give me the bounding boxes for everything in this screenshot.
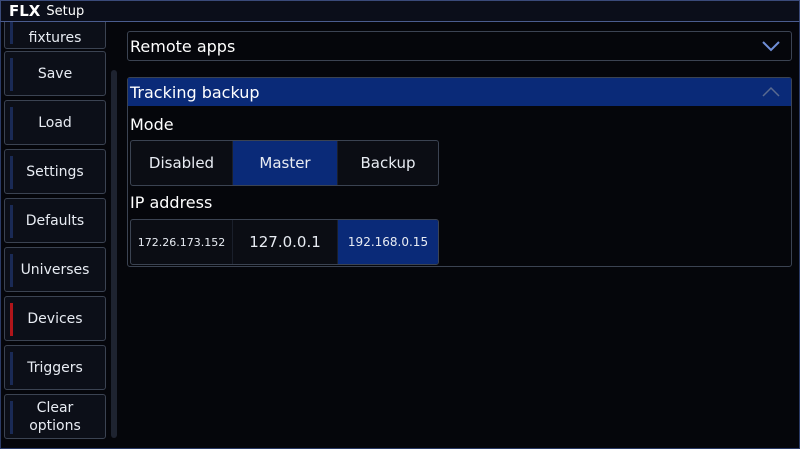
status-indicator bbox=[10, 205, 13, 238]
status-indicator bbox=[10, 254, 13, 287]
sidebar-item-clear-options[interactable]: Clear options bbox=[4, 394, 106, 439]
sidebar-item-label: Universes bbox=[20, 261, 90, 278]
sidebar-item-load[interactable]: Load bbox=[4, 100, 106, 145]
chevron-up-icon[interactable] bbox=[761, 85, 781, 99]
remote-apps-header[interactable]: Remote apps bbox=[128, 32, 791, 60]
window-title: Setup bbox=[46, 3, 85, 19]
sidebar-item-label: Triggers bbox=[27, 359, 83, 376]
ip-address-label: IP address bbox=[130, 193, 213, 212]
sidebar-item-settings[interactable]: Settings bbox=[4, 149, 106, 194]
status-indicator bbox=[10, 352, 13, 385]
flx-logo: FLX bbox=[9, 2, 41, 20]
mode-option-backup[interactable]: Backup bbox=[338, 141, 438, 185]
status-indicator bbox=[10, 22, 13, 44]
sidebar-item-label: Load bbox=[38, 114, 72, 131]
remote-apps-section[interactable]: Remote apps bbox=[127, 31, 792, 61]
ip-option-127-0-0-1[interactable]: 127.0.0.1 bbox=[233, 220, 338, 264]
status-indicator bbox=[10, 401, 13, 434]
sidebar-item-devices[interactable]: Devices bbox=[4, 296, 106, 341]
sidebar-item-save[interactable]: Save bbox=[4, 51, 106, 96]
status-indicator bbox=[10, 156, 13, 189]
ip-option-192-168-0-15[interactable]: 192.168.0.15 bbox=[338, 220, 438, 264]
chevron-down-icon[interactable] bbox=[761, 39, 781, 53]
sidebar: fixtures Save Load Settings Defaults Uni… bbox=[4, 22, 108, 446]
ip-option-172-26-173-152[interactable]: 172.26.173.152 bbox=[131, 220, 233, 264]
sidebar-item-label: Save bbox=[37, 65, 73, 82]
sidebar-item-label: fixtures bbox=[28, 29, 82, 46]
title-bar: FLX Setup bbox=[0, 0, 800, 22]
sidebar-item-label: Clear options bbox=[29, 399, 81, 434]
tracking-backup-header[interactable]: Tracking backup bbox=[128, 78, 791, 106]
status-indicator bbox=[10, 58, 13, 91]
sidebar-item-label: Settings bbox=[26, 163, 84, 180]
sidebar-item-label: Defaults bbox=[25, 212, 85, 229]
sidebar-item-universes[interactable]: Universes bbox=[4, 247, 106, 292]
mode-selector: Disabled Master Backup bbox=[130, 140, 439, 186]
sidebar-item-fixtures[interactable]: fixtures bbox=[4, 22, 106, 49]
sidebar-item-label: Devices bbox=[27, 310, 83, 327]
section-title: Remote apps bbox=[130, 36, 236, 56]
mode-option-master[interactable]: Master bbox=[233, 141, 338, 185]
section-title: Tracking backup bbox=[130, 82, 260, 102]
mode-option-disabled[interactable]: Disabled bbox=[131, 141, 233, 185]
sidebar-item-defaults[interactable]: Defaults bbox=[4, 198, 106, 243]
sidebar-item-triggers[interactable]: Triggers bbox=[4, 345, 106, 390]
sidebar-scrollbar[interactable] bbox=[111, 70, 117, 438]
ip-address-selector: 172.26.173.152 127.0.0.1 192.168.0.15 bbox=[130, 219, 439, 265]
status-indicator bbox=[10, 107, 13, 140]
active-indicator bbox=[10, 303, 13, 336]
mode-label: Mode bbox=[130, 115, 174, 134]
